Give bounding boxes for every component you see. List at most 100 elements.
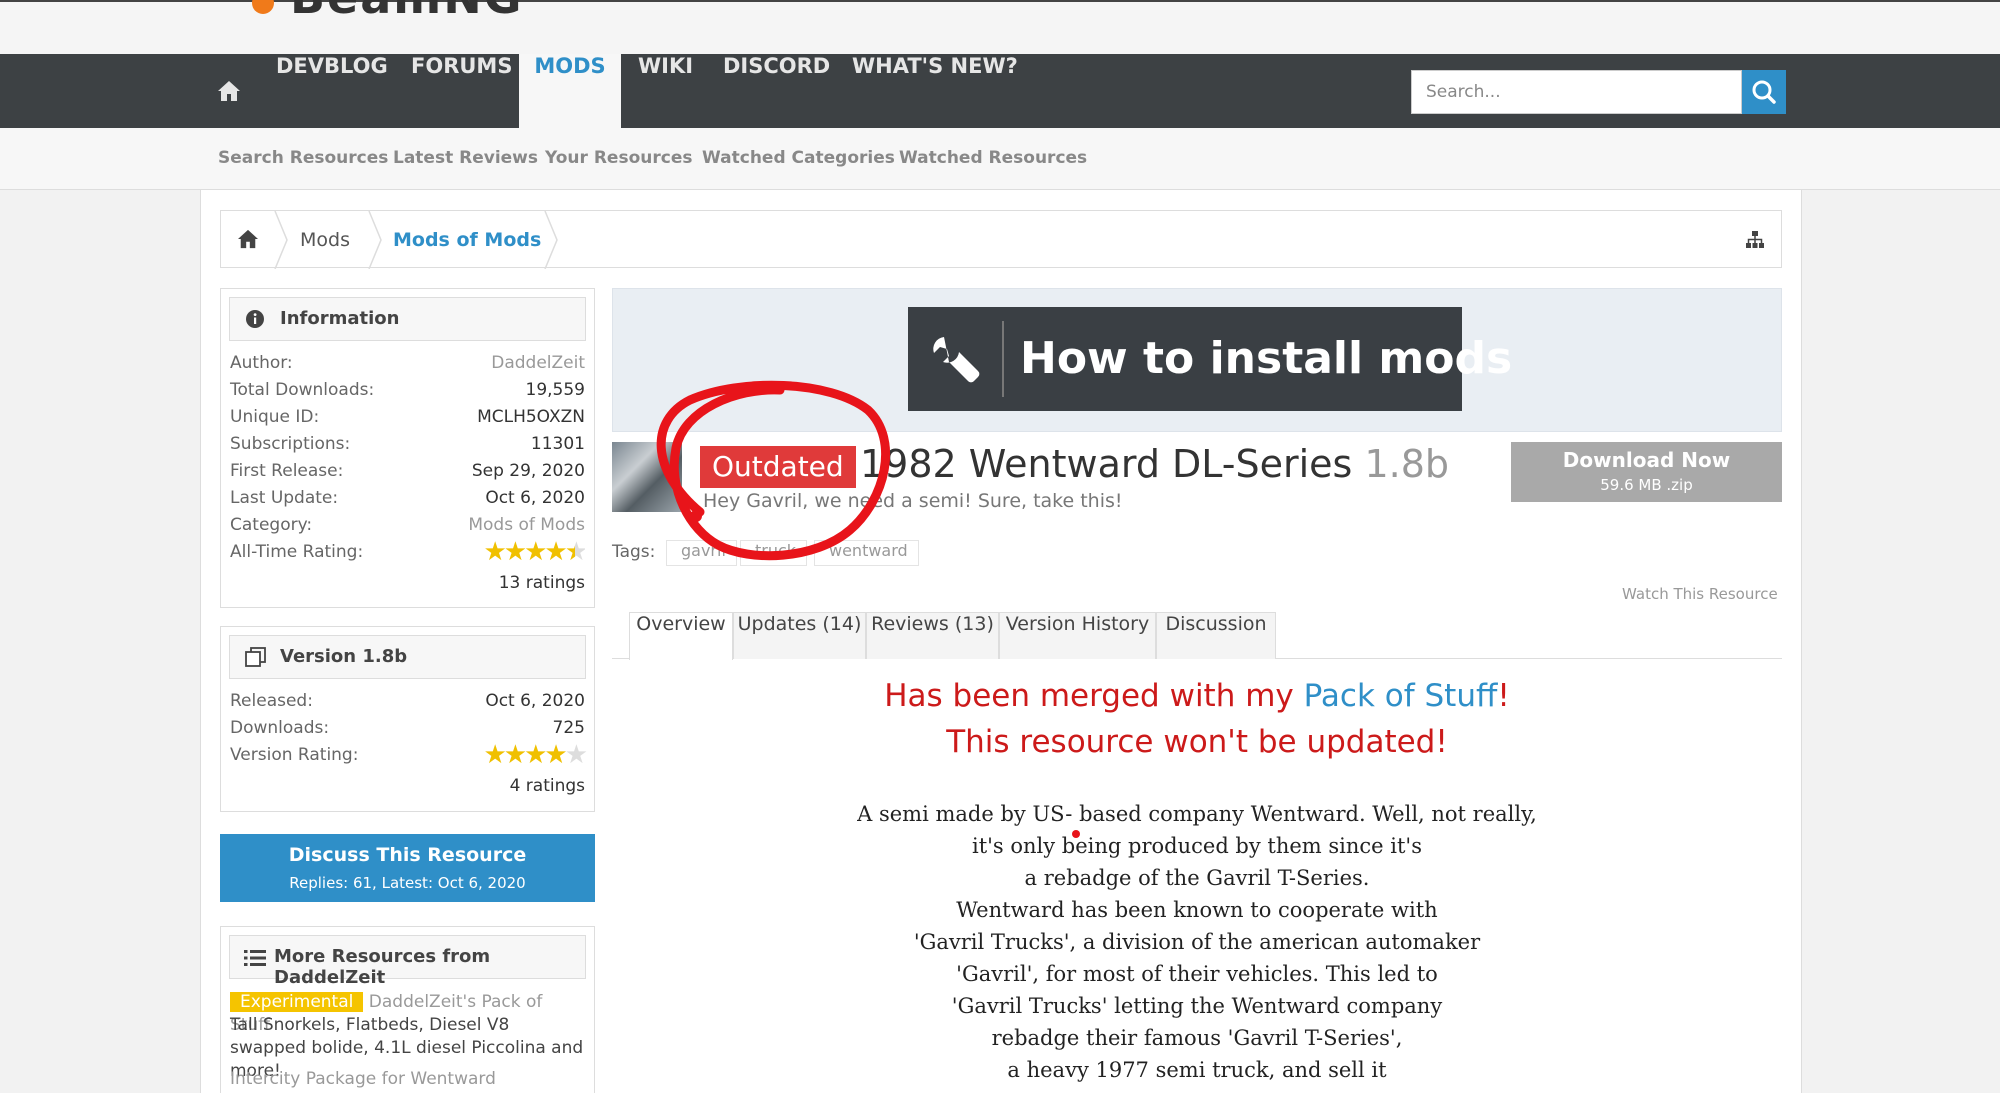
resource-description: A semi made by US- based company Wentwar…	[612, 798, 1782, 1086]
nav-discord[interactable]: DISCORD	[723, 54, 830, 128]
download-title: Download Now	[1562, 448, 1731, 472]
download-now-button[interactable]: Download Now 59.6 MB .zip	[1511, 442, 1782, 502]
download-size: 59.6 MB .zip	[1600, 476, 1693, 494]
version-header: Version 1.8b	[229, 635, 586, 679]
nav-forums[interactable]: FORUMS	[411, 54, 512, 128]
pack-of-stuff-link[interactable]: Pack of Stuff	[1304, 678, 1498, 714]
subnav-search-resources[interactable]: Search Resources	[218, 148, 388, 168]
experimental-badge: Experimental	[230, 992, 364, 1012]
info-title: Information	[280, 308, 400, 329]
tab-reviews[interactable]: Reviews (13)	[866, 612, 999, 659]
info-first-release-value: Sep 29, 2020	[471, 461, 585, 481]
description-line: 'Gavril Trucks', a division of the ameri…	[913, 930, 1481, 954]
search-input[interactable]: Search...	[1411, 70, 1742, 114]
info-author-value[interactable]: DaddelZeit	[491, 353, 585, 373]
info-rating-stars: ★★★★★	[483, 537, 588, 567]
tags-label: Tags:	[612, 542, 656, 562]
more-resources-title: More Resources from DaddelZeit	[274, 946, 491, 988]
breadcrumb-separator	[544, 211, 558, 269]
breadcrumb-mods-of-mods[interactable]: Mods of Mods	[393, 229, 541, 251]
more-resources-header: More Resources from DaddelZeit	[229, 935, 586, 988]
description-line: A semi made by US- based company Wentwar…	[857, 802, 1537, 826]
how-to-install-banner[interactable]: How to install mods	[908, 307, 1512, 411]
outdated-badge: Outdated	[700, 446, 856, 488]
resource-title: 1982 Wentward DL-Series 1.8b	[860, 442, 1449, 486]
resource-thumbnail	[612, 442, 682, 512]
discuss-title: Discuss This Resource	[288, 844, 527, 866]
resource-tagline: Hey Gavril, we need a semi! Sure, take t…	[703, 490, 1123, 512]
tab-updates[interactable]: Updates (14)	[733, 612, 866, 659]
version-rating-label: Version Rating:	[230, 745, 359, 765]
version-title: Version 1.8b	[280, 646, 408, 667]
resource-version: 1.8b	[1364, 442, 1450, 486]
subnav-watched-categories[interactable]: Watched Categories	[702, 148, 895, 168]
info-block: Information Author: DaddelZeit Total Dow…	[220, 288, 595, 608]
breadcrumb-separator	[368, 211, 382, 269]
discuss-sub: Replies: 61, Latest: Oct 6, 2020	[289, 874, 526, 892]
version-released-value: Oct 6, 2020	[485, 691, 585, 711]
info-subs-label: Subscriptions:	[230, 434, 351, 454]
merged-post: !	[1497, 678, 1510, 714]
version-icon	[245, 647, 266, 667]
description-line: rebadge their famous 'Gavril T-Series',	[991, 1026, 1403, 1050]
info-last-update-value: Oct 6, 2020	[485, 488, 585, 508]
not-updated-notice: This resource won't be updated!	[946, 724, 1448, 760]
discuss-resource-button[interactable]: Discuss This Resource Replies: 61, Lates…	[220, 834, 595, 902]
search-button[interactable]	[1742, 70, 1786, 114]
banner-title: How to install mods	[1020, 333, 1513, 384]
info-category-value[interactable]: Mods of Mods	[468, 515, 585, 535]
info-rating-count: 13 ratings	[498, 573, 585, 593]
info-author-label: Author:	[230, 353, 293, 373]
nav-wiki[interactable]: WIKI	[638, 54, 693, 128]
version-downloads-label: Downloads:	[230, 718, 330, 738]
version-block: Version 1.8b Released: Oct 6, 2020 Downl…	[220, 626, 595, 812]
resource-title-text: 1982 Wentward DL-Series	[860, 442, 1353, 486]
info-header: Information	[229, 297, 586, 341]
info-first-release-label: First Release:	[230, 461, 344, 481]
nav-devblog[interactable]: DEVBLOG	[276, 54, 388, 128]
list-icon	[244, 950, 266, 966]
version-rating-stars: ★★★★★	[483, 740, 588, 770]
banner-divider	[1002, 321, 1004, 397]
site-logo[interactable]: BeamNG	[290, 0, 524, 24]
description-line: a heavy 1977 semi truck, and sell it	[1007, 1058, 1387, 1082]
subnav-watched-resources[interactable]: Watched Resources	[899, 148, 1087, 168]
description-line: 'Gavril Trucks' letting the Wentward com…	[951, 994, 1443, 1018]
info-downloads-value: 19,559	[525, 380, 585, 400]
sub-nav: Search Resources Latest Reviews Your Res…	[0, 128, 2000, 190]
nav-mods[interactable]: MODS	[519, 54, 621, 128]
info-uid-value: MCLH5OXZN	[477, 407, 585, 427]
breadcrumb-separator	[274, 211, 288, 269]
breadcrumb-mods[interactable]: Mods	[300, 229, 350, 251]
description-line: it's only being produced by them since i…	[972, 834, 1422, 858]
description-line: a rebadge of the Gavril T-Series.	[1024, 866, 1370, 890]
version-rating-count: 4 ratings	[509, 776, 585, 796]
watch-resource-link[interactable]: Watch This Resource	[1622, 585, 1778, 603]
info-uid-label: Unique ID:	[230, 407, 320, 427]
info-subs-value: 11301	[530, 434, 585, 454]
tag-gavril[interactable]: gavril	[666, 540, 737, 566]
version-released-label: Released:	[230, 691, 313, 711]
wrench-icon	[933, 337, 980, 383]
info-category-label: Category:	[230, 515, 313, 535]
tag-truck[interactable]: truck	[740, 540, 808, 566]
sitemap-icon[interactable]	[1745, 230, 1765, 250]
tab-discussion[interactable]: Discussion	[1156, 612, 1276, 659]
tab-overview[interactable]: Overview	[629, 612, 733, 660]
info-rating-label: All-Time Rating:	[230, 542, 364, 562]
subnav-your-resources[interactable]: Your Resources	[545, 148, 692, 168]
breadcrumb: Mods Mods of Mods	[220, 210, 1782, 269]
description-line: Wentward has been known to cooperate wit…	[956, 898, 1438, 922]
merged-notice: Has been merged with my Pack of Stuff!	[612, 678, 1782, 714]
description-line: 'Gavril', for most of their vehicles. Th…	[956, 962, 1438, 986]
home-icon[interactable]	[217, 80, 241, 102]
tag-wentward[interactable]: wentward	[814, 540, 919, 566]
breadcrumb-home-icon[interactable]	[237, 229, 259, 249]
version-downloads-value: 725	[552, 718, 585, 738]
nav-whats-new[interactable]: WHAT'S NEW?	[852, 54, 1018, 128]
subnav-latest-reviews[interactable]: Latest Reviews	[393, 148, 538, 168]
info-icon	[246, 310, 264, 328]
info-last-update-label: Last Update:	[230, 488, 339, 508]
more-item-2-title[interactable]: Intercity Package for Wentward	[230, 1069, 496, 1089]
tab-version-history[interactable]: Version History	[999, 612, 1156, 659]
